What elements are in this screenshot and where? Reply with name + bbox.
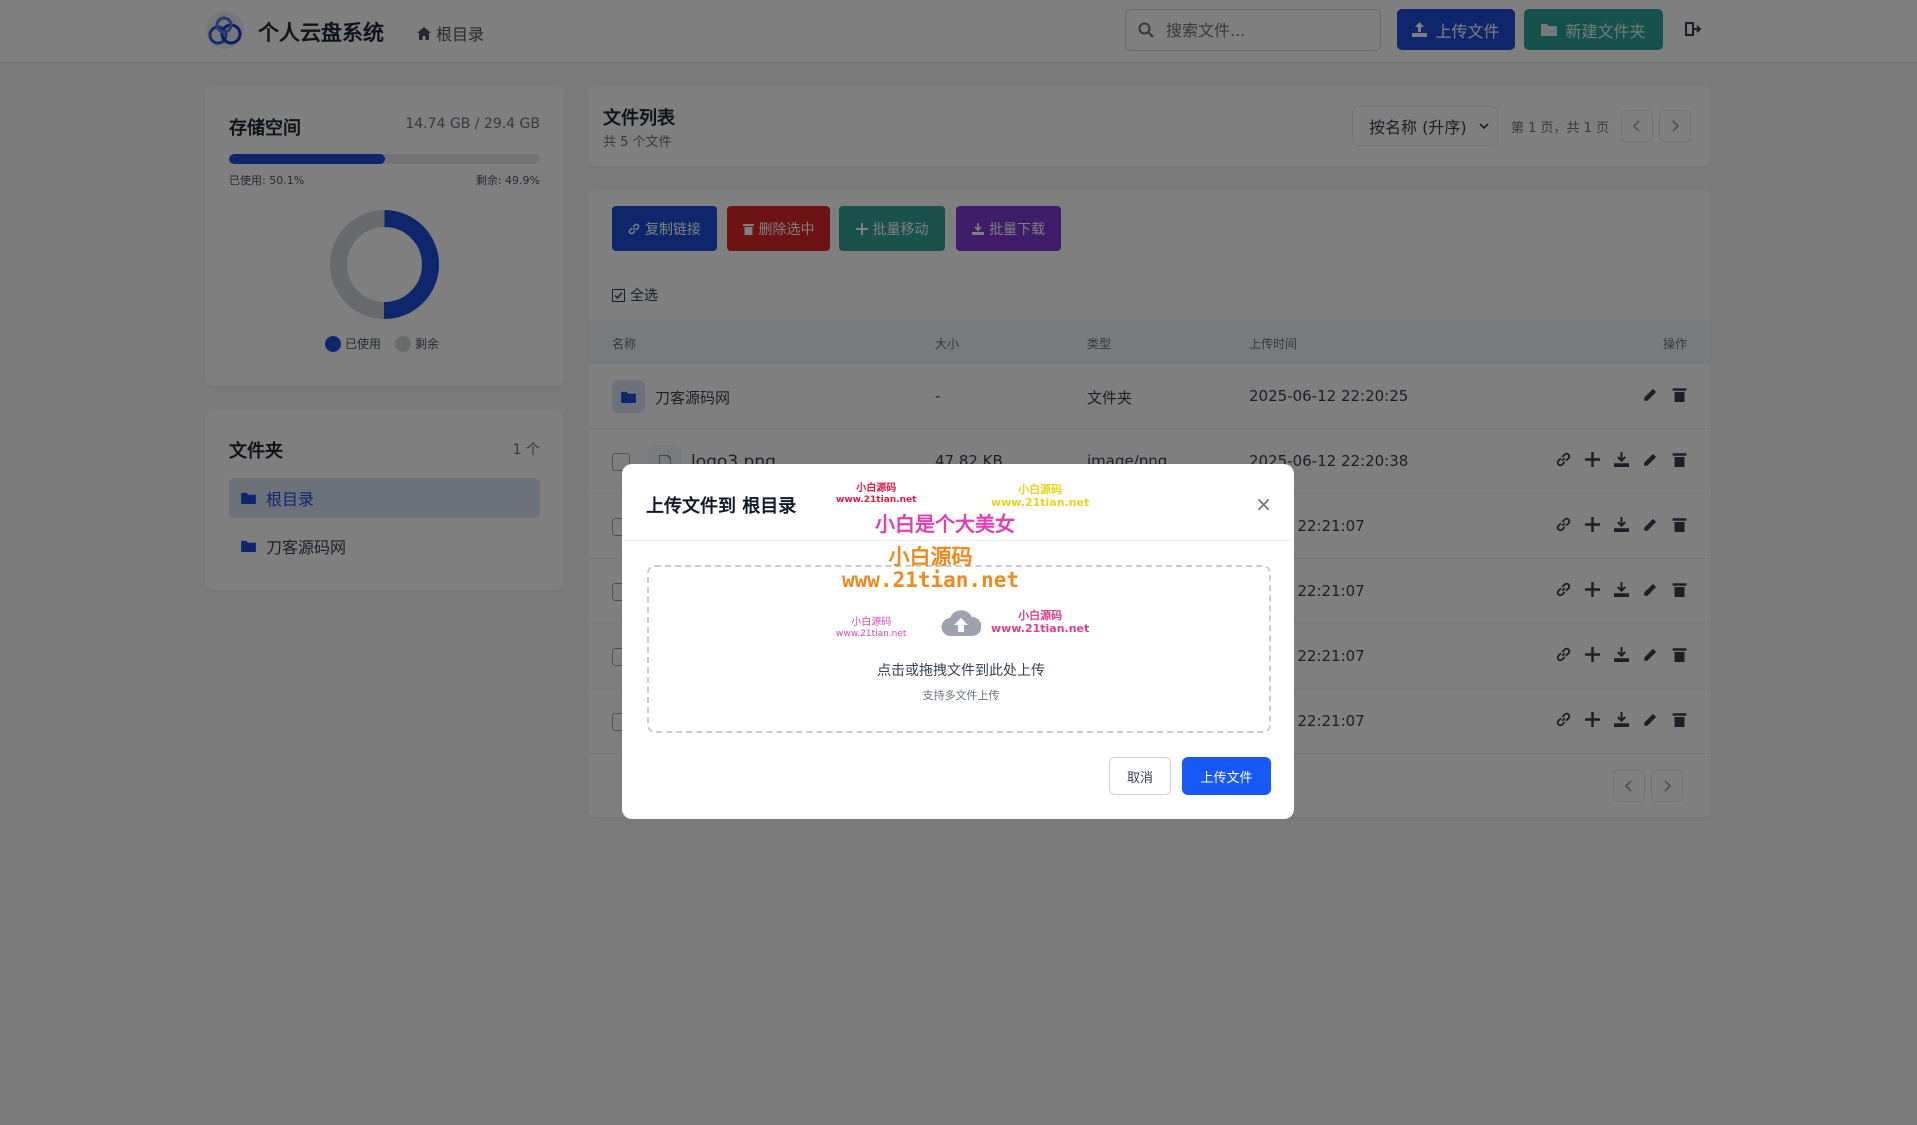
- watermark-text: 小白源码: [1018, 609, 1063, 622]
- dropzone-subtext: 支持多文件上传: [922, 689, 1000, 702]
- watermark-text: 小白源码: [1018, 483, 1063, 496]
- modal-title: 上传文件到 根目录: [646, 496, 797, 517]
- dropzone-text: 点击或拖拽文件到此处上传: [877, 663, 1045, 679]
- watermark: 小白源码 www.21tian.net: [991, 483, 1089, 509]
- modal-divider: [622, 540, 1294, 541]
- watermark: 小白源码 www.21tian.net: [991, 609, 1089, 635]
- watermark-text: www.21tian.net: [991, 496, 1090, 510]
- cancel-button[interactable]: 取消: [1109, 757, 1171, 795]
- watermark-text: 小白源码: [856, 483, 897, 494]
- watermark: 小白源码 www.21tian.net: [836, 483, 916, 506]
- watermark-text: www.21tian.net: [842, 568, 1020, 593]
- watermark: 小白是个大美女: [875, 512, 1015, 536]
- close-icon[interactable]: ×: [1255, 492, 1272, 516]
- watermark: 小白源码 www.21tian.net: [842, 545, 1020, 593]
- cloud-upload-icon: [941, 610, 981, 637]
- watermark-text: 小白源码: [851, 617, 892, 628]
- watermark-text: www.21tian.net: [991, 622, 1090, 636]
- watermark-text: www.21tian.net: [836, 629, 907, 639]
- watermark: 小白源码 www.21tian.net: [836, 617, 906, 640]
- watermark-text: 小白源码: [888, 545, 973, 569]
- watermark-text: www.21tian.net: [836, 495, 917, 505]
- upload-modal: 上传文件到 根目录 × 点击或拖拽文件到此处上传 支持多文件上传 取消 上传文件…: [622, 464, 1294, 819]
- submit-upload-button[interactable]: 上传文件: [1182, 757, 1271, 795]
